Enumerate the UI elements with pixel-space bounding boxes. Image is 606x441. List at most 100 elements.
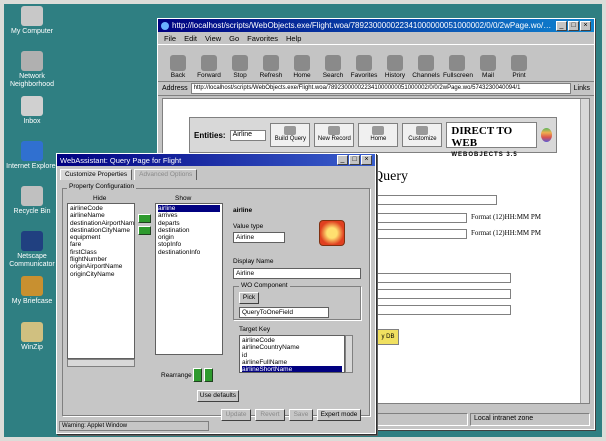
use-defaults-button[interactable]: Use defaults bbox=[197, 390, 239, 402]
list-item[interactable]: destinationAirportNam bbox=[70, 220, 134, 227]
dialog-close-button[interactable]: × bbox=[361, 155, 372, 165]
list-item[interactable]: departs bbox=[158, 220, 220, 227]
desktop-icon[interactable]: Netscape Communicator bbox=[6, 231, 58, 269]
list-item[interactable]: originAirportName bbox=[70, 263, 132, 270]
list-item[interactable]: fare bbox=[70, 241, 132, 248]
query-field-6[interactable] bbox=[377, 305, 511, 315]
toolbar-button[interactable]: Channels bbox=[412, 55, 440, 79]
desktop-icon[interactable]: Inbox bbox=[6, 96, 58, 126]
list-item[interactable]: id bbox=[242, 352, 342, 359]
toolbar-button[interactable]: Fullscreen bbox=[443, 55, 473, 79]
minimize-button[interactable]: _ bbox=[556, 20, 567, 31]
arrives-field[interactable] bbox=[377, 213, 467, 223]
menu-item[interactable]: Edit bbox=[184, 34, 197, 43]
move-down-arrow-icon[interactable] bbox=[204, 368, 213, 382]
pick-button[interactable]: Pick bbox=[239, 292, 259, 304]
query-field-4[interactable] bbox=[377, 273, 511, 283]
list-item[interactable]: airlineName bbox=[70, 212, 132, 219]
show-list[interactable]: airline arrives departs destination origin st… bbox=[155, 203, 223, 355]
toolbar-label: History bbox=[384, 72, 406, 79]
list-item[interactable]: destination bbox=[158, 227, 220, 234]
list-item[interactable]: airlineCountryName bbox=[242, 344, 342, 351]
customize-button[interactable]: Customize bbox=[402, 123, 443, 147]
expert-mode-button[interactable]: Expert mode bbox=[317, 409, 361, 421]
update-button[interactable]: Update bbox=[221, 409, 251, 421]
desktop-icon[interactable]: My Briefcase bbox=[6, 276, 58, 306]
list-item[interactable]: firstClass bbox=[70, 249, 132, 256]
dialog-titlebar[interactable]: WebAssistant: Query Page for Flight _ □ … bbox=[57, 154, 375, 166]
toolbar-button[interactable]: Back bbox=[164, 55, 192, 79]
browser-titlebar[interactable]: http://localhost/scripts/WebObjects.exe/… bbox=[158, 19, 594, 32]
toolbar-button[interactable]: Print bbox=[505, 55, 533, 79]
toolbar-button[interactable]: Favorites bbox=[350, 55, 378, 79]
toolbar-button[interactable]: History bbox=[381, 55, 409, 79]
direct-to-web-logo: DIRECT TO WEB WEBOBJECTS 3.5 bbox=[446, 122, 538, 158]
list-item[interactable]: airlineFullName bbox=[242, 359, 342, 366]
entity-select[interactable]: Airline bbox=[229, 129, 267, 141]
toolbar-icon bbox=[170, 55, 186, 71]
toolbar-button[interactable]: Forward bbox=[195, 55, 223, 79]
display-name-field[interactable]: Airline bbox=[233, 268, 361, 279]
desktop-icon[interactable]: My Computer bbox=[6, 6, 58, 36]
tab-advanced-options[interactable]: Advanced Options bbox=[134, 169, 198, 180]
list-item[interactable]: airline bbox=[158, 205, 220, 213]
hide-list[interactable]: airlineCode airlineName destinationAirport… bbox=[67, 203, 135, 359]
list-item[interactable]: airlineCode bbox=[242, 337, 342, 344]
desktop-icon[interactable]: Internet Explorer bbox=[6, 141, 58, 171]
save-button[interactable]: Save bbox=[289, 409, 313, 421]
dialog-maximize-button[interactable]: □ bbox=[349, 155, 360, 165]
new-record-button[interactable]: New Record bbox=[314, 123, 355, 147]
hide-list-hscrollbar[interactable] bbox=[67, 359, 135, 367]
toolbar-button[interactable]: Home bbox=[288, 55, 316, 79]
rearrange-label: Rearrange bbox=[161, 372, 192, 379]
query-db-button[interactable]: y DB bbox=[377, 329, 399, 345]
vertical-scrollbar[interactable] bbox=[580, 99, 589, 403]
toolbar-label: Forward bbox=[197, 72, 221, 79]
menu-item[interactable]: Go bbox=[229, 34, 239, 43]
close-button[interactable]: × bbox=[580, 20, 591, 31]
toolbar-icon bbox=[325, 55, 341, 71]
build-query-button[interactable]: Build Query bbox=[270, 123, 311, 147]
list-item[interactable]: stopInfo bbox=[158, 241, 220, 248]
target-key-scrollbar[interactable] bbox=[345, 335, 353, 373]
address-input[interactable]: http://localhost/scripts/WebObjects.exe/… bbox=[190, 83, 571, 94]
toolbar-button[interactable]: Mail bbox=[474, 55, 502, 79]
address-bar: Address http://localhost/scripts/WebObje… bbox=[158, 82, 594, 96]
list-item[interactable]: airlineShortName bbox=[242, 366, 342, 372]
move-up-arrow-icon[interactable] bbox=[193, 368, 202, 382]
dialog-minimize-button[interactable]: _ bbox=[337, 155, 348, 165]
target-key-list[interactable]: airlineCode airlineCountryName id airlineFu… bbox=[239, 335, 345, 373]
menu-item[interactable]: Favorites bbox=[247, 34, 278, 43]
list-item[interactable]: flightNumber bbox=[70, 256, 132, 263]
toolbar-button[interactable]: Refresh bbox=[257, 55, 285, 79]
links-label[interactable]: Links bbox=[574, 85, 590, 92]
list-item[interactable]: airlineCode bbox=[70, 205, 132, 212]
desktop-icon[interactable]: WinZip bbox=[6, 322, 58, 352]
revert-button[interactable]: Revert bbox=[255, 409, 285, 421]
toolbar-icon bbox=[480, 55, 496, 71]
list-item[interactable]: origin bbox=[158, 234, 220, 241]
recycle-bin-icon bbox=[21, 186, 43, 206]
query-field-5[interactable] bbox=[377, 289, 511, 299]
departs-field[interactable] bbox=[377, 229, 467, 239]
list-item[interactable]: arrives bbox=[158, 212, 220, 219]
menu-item[interactable]: Help bbox=[286, 34, 301, 43]
toolbar-button[interactable]: Stop bbox=[226, 55, 254, 79]
toolbar-icon bbox=[294, 55, 310, 71]
list-item[interactable]: equipment bbox=[70, 234, 132, 241]
menu-item[interactable]: View bbox=[205, 34, 221, 43]
list-item[interactable]: originCityName bbox=[70, 271, 132, 278]
toolbar-button[interactable]: Search bbox=[319, 55, 347, 79]
tab-customize-properties[interactable]: Customize Properties bbox=[60, 169, 133, 180]
desktop-icon[interactable]: Network Neighborhood bbox=[6, 51, 58, 89]
list-item[interactable]: destinationInfo bbox=[158, 249, 220, 256]
toolbar-label: Fullscreen bbox=[443, 72, 473, 79]
menu-item[interactable]: File bbox=[164, 34, 176, 43]
home-button[interactable]: Home bbox=[358, 123, 399, 147]
move-to-hide-arrow-icon[interactable] bbox=[138, 226, 151, 235]
maximize-button[interactable]: □ bbox=[568, 20, 579, 31]
move-to-show-arrow-icon[interactable] bbox=[138, 214, 151, 223]
desktop-icon[interactable]: Recycle Bin bbox=[6, 186, 58, 216]
query-field-1[interactable] bbox=[377, 195, 497, 205]
list-item[interactable]: destinationCityName bbox=[70, 227, 132, 234]
